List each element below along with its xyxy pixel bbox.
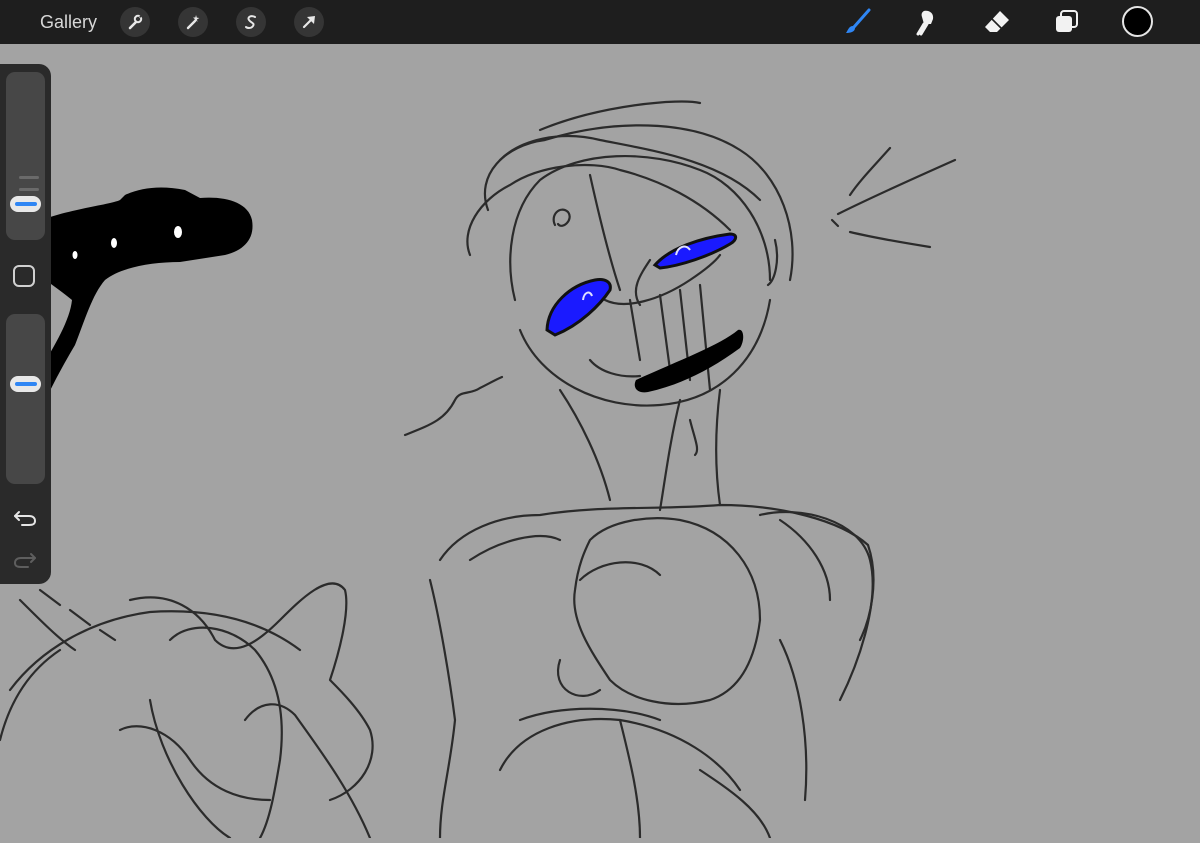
smudge-icon [916, 10, 934, 36]
undo-button[interactable] [12, 506, 38, 528]
left-sidebar [0, 64, 51, 584]
slider-tick [19, 188, 39, 191]
brush-size-thumb[interactable] [10, 196, 41, 212]
drawing-canvas[interactable] [0, 44, 1200, 840]
wrench-icon [128, 14, 143, 30]
selection-button[interactable] [236, 7, 266, 37]
gallery-button[interactable]: Gallery [40, 11, 97, 33]
sketch-artwork [0, 100, 957, 840]
black-silhouette [30, 187, 253, 395]
eraser-icon [985, 11, 1009, 32]
character-eyes [545, 232, 738, 337]
character-mouth [634, 329, 744, 393]
brush-icon [846, 8, 871, 33]
top-toolbar: Gallery [0, 0, 1200, 44]
transform-button[interactable] [294, 7, 324, 37]
layers-icon [1056, 10, 1078, 32]
smudge-tool-button[interactable] [910, 6, 942, 38]
layers-button[interactable] [1051, 6, 1083, 38]
undo-icon [14, 511, 37, 526]
eraser-tool-button[interactable] [981, 6, 1013, 38]
arrow-cursor-icon [302, 16, 315, 29]
brush-tool-button[interactable] [842, 6, 874, 38]
selection-s-icon [245, 15, 256, 29]
brush-size-slider[interactable] [6, 72, 45, 240]
opacity-thumb[interactable] [10, 376, 41, 392]
redo-button[interactable] [12, 548, 38, 570]
color-picker-button[interactable] [1122, 6, 1153, 37]
adjustments-button[interactable] [178, 7, 208, 37]
opacity-slider[interactable] [6, 314, 45, 484]
slider-tick [19, 176, 39, 179]
actions-button[interactable] [120, 7, 150, 37]
redo-icon [13, 553, 36, 568]
magic-wand-icon [186, 15, 200, 30]
modify-square-button[interactable] [13, 265, 35, 287]
